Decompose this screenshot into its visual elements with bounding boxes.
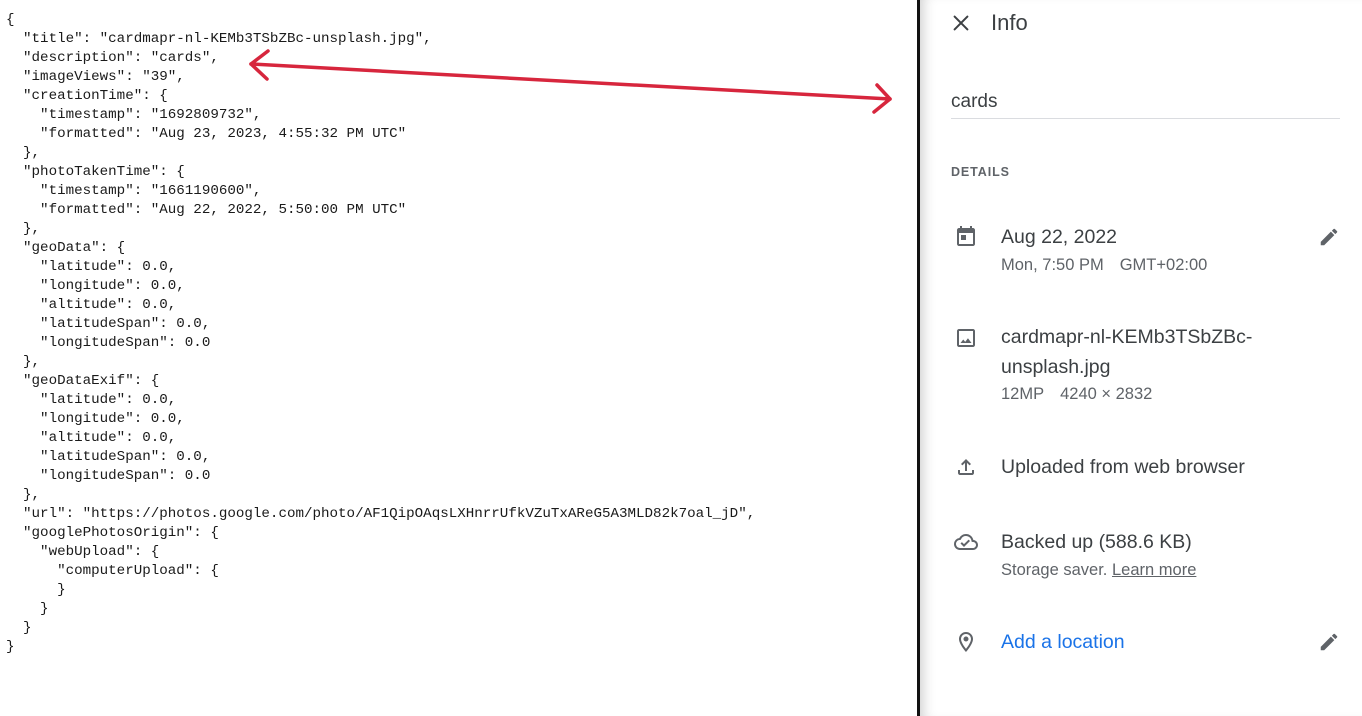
location-row: Add a location (1001, 627, 1125, 657)
edit-date-button[interactable] (1318, 226, 1342, 250)
json-line: }, (6, 487, 41, 503)
json-line: }, (6, 354, 41, 370)
json-line: "formatted": "Aug 23, 2023, 4:55:32 PM U… (6, 126, 407, 142)
close-icon (953, 15, 969, 31)
json-line: "title": "cardmapr-nl-KEMb3TSbZBc-unspla… (6, 31, 432, 47)
json-line: "creationTime": { (6, 88, 168, 104)
upload-source-text: Uploaded from web browser (1001, 456, 1245, 478)
json-line: { (6, 12, 15, 28)
json-line: "timestamp": "1661190600", (6, 183, 262, 199)
json-line: "imageViews": "39", (6, 69, 185, 85)
pencil-icon (1320, 228, 1338, 246)
json-line: "googlePhotosOrigin": { (6, 525, 219, 541)
location-pin-icon (959, 632, 973, 652)
file-name-line-2: unsplash.jpg (1001, 356, 1111, 378)
json-text-panel: { "title": "cardmapr-nl-KEMb3TSbZBc-unsp… (0, 0, 917, 716)
json-line: "latitude": 0.0, (6, 259, 177, 275)
edit-location-button[interactable] (1318, 631, 1342, 655)
json-line: "latitude": 0.0, (6, 392, 177, 408)
file-name-line-1: cardmapr-nl-KEMb3TSbZBc- (1001, 326, 1253, 348)
json-line: "longitudeSpan": 0.0 (6, 468, 211, 484)
json-line: } (6, 639, 15, 655)
add-location-link[interactable]: Add a location (1001, 631, 1125, 653)
file-meta: 12MP 4240 × 2832 (1001, 385, 1152, 404)
backup-status-text: Backed up (588.6 KB) (1001, 531, 1192, 553)
json-line: "altitude": 0.0, (6, 297, 177, 313)
pencil-icon (1320, 633, 1338, 651)
json-line: "latitudeSpan": 0.0, (6, 449, 211, 465)
json-line: "longitude": 0.0, (6, 411, 185, 427)
json-line: } (6, 582, 66, 598)
file-name: cardmapr-nl-KEMb3TSbZBc- unsplash.jpg (1001, 322, 1252, 382)
json-line: "longitude": 0.0, (6, 278, 185, 294)
dimensions-text: 4240 × 2832 (1060, 385, 1153, 403)
calendar-icon (957, 226, 975, 246)
learn-more-link[interactable]: Learn more (1112, 561, 1196, 579)
json-line: "geoDataExif": { (6, 373, 160, 389)
json-line: "formatted": "Aug 22, 2022, 5:50:00 PM U… (6, 202, 407, 218)
json-line: }, (6, 145, 41, 161)
timezone-text: GMT+02:00 (1119, 256, 1208, 274)
json-line: "webUpload": { (6, 544, 160, 560)
details-heading: DETAILS (951, 165, 1010, 179)
description-input[interactable] (951, 86, 1340, 119)
cloud-done-icon (954, 534, 978, 550)
json-line: "url": "https://photos.google.com/photo/… (6, 506, 756, 522)
date-text: Aug 22, 2022 (1001, 226, 1118, 248)
info-title: Info (991, 10, 1028, 35)
json-line: "geoData": { (6, 240, 126, 256)
storage-info: Storage saver. Learn more (1001, 561, 1196, 580)
info-panel: Info DETAILS Aug 22, 2022 Mon, 7:50 PM GM… (920, 0, 1362, 716)
close-button[interactable] (946, 8, 976, 38)
json-line: "computerUpload": { (6, 563, 219, 579)
image-icon (957, 329, 975, 347)
json-line: }, (6, 221, 41, 237)
json-code-block: { "title": "cardmapr-nl-KEMb3TSbZBc-unsp… (6, 11, 755, 657)
time-text: Mon, 7:50 PM (1001, 256, 1104, 274)
json-line: } (6, 620, 32, 636)
date-subtext: Mon, 7:50 PM GMT+02:00 (1001, 256, 1207, 275)
json-line: "description": "cards", (6, 50, 219, 66)
json-line: "photoTakenTime": { (6, 164, 185, 180)
storage-saver-text: Storage saver. (1001, 561, 1108, 579)
json-line: "latitudeSpan": 0.0, (6, 316, 211, 332)
megapixels-text: 12MP (1001, 385, 1045, 403)
json-line: } (6, 601, 49, 617)
json-line: "altitude": 0.0, (6, 430, 177, 446)
upload-icon (958, 459, 974, 475)
json-line: "longitudeSpan": 0.0 (6, 335, 211, 351)
json-line: "timestamp": "1692809732", (6, 107, 262, 123)
